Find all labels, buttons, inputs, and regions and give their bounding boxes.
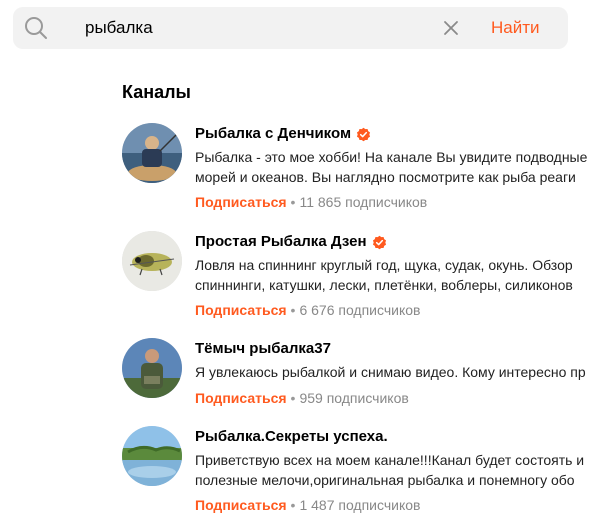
- search-input[interactable]: [85, 15, 425, 41]
- channel-description: Рыбалка - это мое хобби! На канале Вы ув…: [195, 149, 588, 185]
- subscriber-count: 1 487 подписчиков: [299, 497, 421, 513]
- channel-description: Я увлекаюсь рыбалкой и снимаю видео. Ком…: [195, 364, 586, 380]
- channel-item[interactable]: Тёмыч рыбалка37 Я увлекаюсь рыбалкой и с…: [122, 338, 602, 438]
- verified-badge-icon: [357, 127, 371, 141]
- subscriber-count: 959 подписчиков: [299, 390, 409, 406]
- search-bar: Найти: [13, 7, 568, 49]
- subscribe-button[interactable]: Подписаться: [195, 390, 287, 406]
- separator-dot: •: [290, 302, 296, 318]
- channel-name: Рыбалка.Секреты успеха.: [195, 428, 388, 445]
- channel-avatar[interactable]: [122, 123, 182, 183]
- clear-icon[interactable]: [442, 19, 460, 37]
- channel-avatar[interactable]: [122, 338, 182, 398]
- subscribe-button[interactable]: Подписаться: [195, 302, 287, 318]
- subscribe-button[interactable]: Подписаться: [195, 497, 287, 513]
- subscribe-button[interactable]: Подписаться: [195, 194, 287, 210]
- separator-dot: •: [290, 390, 296, 406]
- channel-meta: Подписаться • 1 487 подписчиков: [195, 496, 420, 514]
- separator-dot: •: [290, 497, 296, 513]
- search-submit-button[interactable]: Найти: [491, 17, 540, 39]
- channel-avatar[interactable]: [122, 426, 182, 486]
- avatar-image: [122, 426, 182, 486]
- avatar-image: [122, 231, 182, 291]
- separator-dot: •: [290, 194, 296, 210]
- verified-badge-icon: [372, 235, 386, 249]
- channel-description: Ловля на спиннинг круглый год, щука, суд…: [195, 257, 573, 293]
- channel-meta: Подписаться • 11 865 подписчиков: [195, 193, 427, 211]
- channel-avatar[interactable]: [122, 231, 182, 291]
- channel-item[interactable]: Рыбалка.Секреты успеха. Приветствую всех…: [122, 426, 602, 526]
- channel-item[interactable]: Рыбалка с Денчиком Рыбалка - это мое хоб…: [122, 123, 602, 223]
- channel-meta: Подписаться • 959 подписчиков: [195, 389, 409, 407]
- subscriber-count: 6 676 подписчиков: [299, 302, 421, 318]
- channel-title[interactable]: Рыбалка.Секреты успеха.: [195, 428, 388, 446]
- section-title: Каналы: [122, 82, 191, 102]
- avatar-image: [122, 123, 182, 183]
- channel-description: Приветствую всех на моем канале!!!Канал …: [195, 452, 585, 488]
- channel-title[interactable]: Простая Рыбалка Дзен: [195, 233, 387, 251]
- channel-title[interactable]: Тёмыч рыбалка37: [195, 340, 331, 358]
- search-icon: [25, 17, 47, 39]
- channel-name: Рыбалка с Денчиком: [195, 125, 352, 142]
- avatar-image: [122, 338, 182, 398]
- channel-meta: Подписаться • 6 676 подписчиков: [195, 301, 420, 319]
- channel-name: Тёмыч рыбалка37: [195, 340, 331, 357]
- subscriber-count: 11 865 подписчиков: [299, 194, 428, 210]
- channel-name: Простая Рыбалка Дзен: [195, 233, 367, 250]
- channel-title[interactable]: Рыбалка с Денчиком: [195, 125, 371, 143]
- channel-item[interactable]: Простая Рыбалка Дзен Ловля на спиннинг к…: [122, 231, 602, 331]
